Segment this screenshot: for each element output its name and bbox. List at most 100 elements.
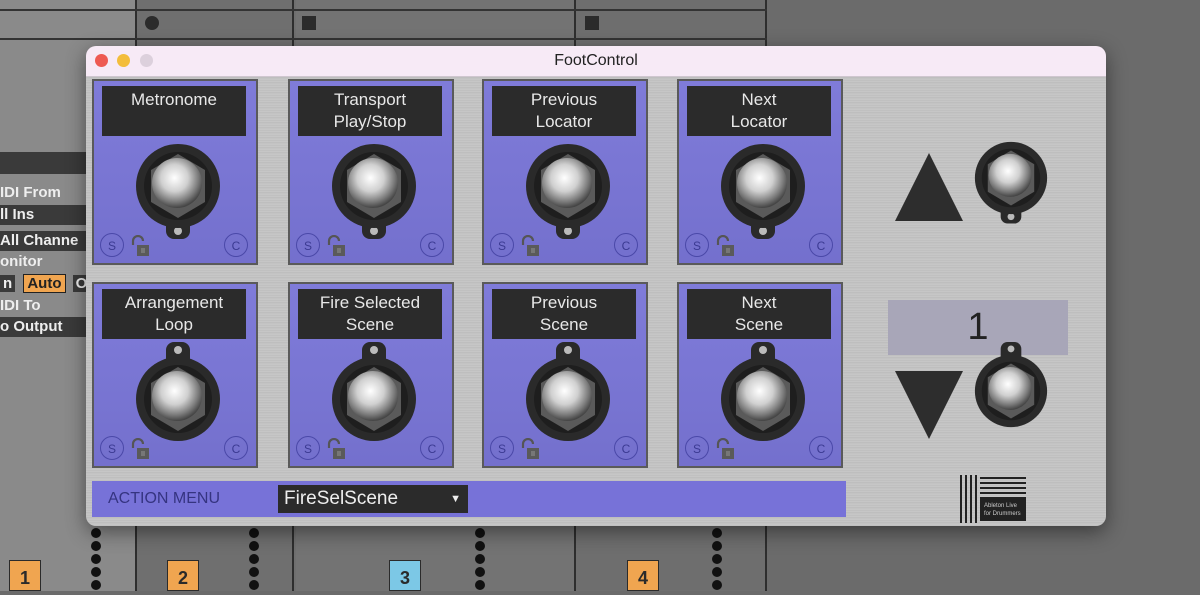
meter-dots [712,528,722,593]
pedal-label-line1: Fire Selected [319,293,421,312]
track-number-1[interactable]: 1 [9,560,41,591]
pedal-label[interactable]: Previous Locator [492,86,636,136]
footswitch[interactable] [135,342,221,442]
track-name-field[interactable] [0,152,86,174]
midi-to-select[interactable]: o Output [0,317,86,337]
unlock-icon[interactable] [715,235,735,257]
s-button[interactable]: S [100,233,124,257]
unlock-icon[interactable] [326,438,346,460]
pedal-label-line1: Previous [530,90,598,109]
meter-dots [91,528,101,593]
monitor-label: onitor [0,253,43,270]
triangle-up-icon [895,153,963,221]
meter-dots [475,528,485,593]
clip-slot-icon[interactable] [585,16,599,30]
footcontrol-window: FootControl Metronome S C Transport Play/Sto… [86,46,1106,526]
footswitch[interactable] [135,143,221,243]
monitor-off-button[interactable]: O [72,275,86,292]
pedal-label-line1: Metronome [131,90,217,109]
c-button[interactable]: C [614,233,638,257]
midi-from-select[interactable]: ll Ins [0,205,86,225]
midi-from-label: IDI From [0,184,61,201]
svg-text:Ableton Live: Ableton Live [984,503,1018,509]
s-button[interactable]: S [490,233,514,257]
clip-stop-icon[interactable] [145,16,159,30]
pedal-label-line2: Locator [730,112,788,131]
unlock-icon[interactable] [130,235,150,257]
pedal-label[interactable]: Next Scene [687,289,831,339]
track-number-4[interactable]: 4 [627,560,659,591]
pedal-label-line2: Scene [345,315,395,334]
pedal-label-line2: Scene [734,315,784,334]
c-button[interactable]: C [809,436,833,460]
footswitch[interactable] [525,143,611,243]
action-menu-bar: ACTION MENU FireSelScene ▼ [92,481,846,517]
s-button[interactable]: S [685,436,709,460]
unlock-icon[interactable] [520,438,540,460]
midi-to-label: IDI To [0,297,41,314]
meter-dots [249,528,259,593]
c-button[interactable]: C [224,436,248,460]
pedal-label-line1: Next [741,90,777,109]
channel-select[interactable]: All Channe [0,231,86,251]
pedal-label-line2: Scene [539,315,589,334]
pedal-label-line2: Loop [155,315,193,334]
footswitch[interactable] [720,342,806,442]
c-button[interactable]: C [614,436,638,460]
pedal-1: Metronome S C [92,79,258,265]
track-number-3[interactable]: 3 [389,560,421,591]
pedal-label[interactable]: Previous Scene [492,289,636,339]
footswitch[interactable] [525,342,611,442]
action-menu-dropdown[interactable]: FireSelScene ▼ [278,485,468,513]
pedal-7: Previous Scene S C [482,282,648,468]
pedal-label[interactable]: Arrangement Loop [102,289,246,339]
pedal-label[interactable]: Metronome [102,86,246,136]
c-button[interactable]: C [809,233,833,257]
title-bar[interactable]: FootControl [86,46,1106,77]
c-button[interactable]: C [224,233,248,257]
bank-down-footswitch[interactable] [968,342,1054,428]
unlock-icon[interactable] [130,438,150,460]
unlock-icon[interactable] [520,235,540,257]
action-menu-label: ACTION MENU [108,490,220,507]
pedal-label-line1: Next [741,293,777,312]
pedal-5: Arrangement Loop S C [92,282,258,468]
s-button[interactable]: S [296,233,320,257]
pedal-4: Next Locator S C [677,79,843,265]
pedal-6: Fire Selected Scene S C [288,282,454,468]
monitor-in-button[interactable]: n [0,275,16,292]
unlock-icon[interactable] [326,235,346,257]
pedal-label-line1: Transport [333,90,407,109]
pedal-label-line2: Play/Stop [333,112,407,131]
pedal-label[interactable]: Transport Play/Stop [298,86,442,136]
track-number-2[interactable]: 2 [167,560,199,591]
footswitch[interactable] [720,143,806,243]
pedal-2: Transport Play/Stop S C [288,79,454,265]
logo-icon: Ableton Live for Drummers [960,475,1026,523]
window-title: FootControl [554,52,638,69]
monitor-options: n Auto O [0,274,86,294]
pedal-label[interactable]: Next Locator [687,86,831,136]
pedal-label-line1: Arrangement [124,293,224,312]
footswitch[interactable] [331,342,417,442]
triangle-down-icon [895,371,963,439]
s-button[interactable]: S [296,436,320,460]
c-button[interactable]: C [420,436,444,460]
clip-slot-icon[interactable] [302,16,316,30]
footswitch[interactable] [331,143,417,243]
svg-text:for Drummers: for Drummers [984,511,1021,517]
pedal-label-line1: Previous [530,293,598,312]
s-button[interactable]: S [490,436,514,460]
pedal-8: Next Scene S C [677,282,843,468]
s-button[interactable]: S [685,233,709,257]
c-button[interactable]: C [420,233,444,257]
unlock-icon[interactable] [715,438,735,460]
device-panel: Metronome S C Transport Play/Stop S C Previous L… [86,77,1106,526]
s-button[interactable]: S [100,436,124,460]
action-menu-value: FireSelScene [284,488,399,509]
divider [0,9,767,11]
monitor-auto-button[interactable]: Auto [23,274,66,293]
pedal-label-line2: Locator [535,112,593,131]
bank-up-footswitch[interactable] [968,141,1054,227]
pedal-label[interactable]: Fire Selected Scene [298,289,442,339]
